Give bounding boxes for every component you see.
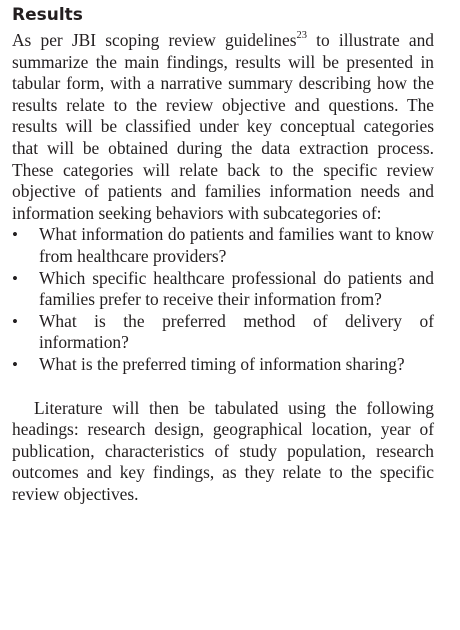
list-item-text: What is the preferred timing of informat… [39,353,405,374]
bullet-icon: • [12,268,18,288]
reference-superscript: 23 [296,30,307,42]
results-section: Results As per JBI scoping review guidel… [12,4,434,505]
list-item-text: What is the preferred method of delivery… [39,310,434,353]
list-item-text: Which specific healthcare professional d… [39,267,434,310]
intro-paragraph: As per JBI scoping review guidelines23 t… [12,30,434,224]
closing-paragraph: Literature will then be tabulated using … [12,397,434,504]
list-item: • What is the preferred timing of informa… [12,354,434,376]
bullet-icon: • [12,225,18,245]
section-heading: Results [12,5,83,25]
intro-text-start: As per JBI scoping review guidelines [12,30,297,50]
bullet-icon: • [12,311,18,331]
list-item-text: What information do patients and familie… [39,224,434,266]
list-item: • Which specific healthcare professional … [12,268,434,311]
intro-text-rest: to illustrate and summarize the main fin… [12,30,435,223]
list-item: • What information do patients and famili… [12,224,434,267]
list-item: • What is the preferred method of deliver… [12,311,434,354]
subcategory-list: • What information do patients and famili… [12,224,434,375]
bullet-icon: • [12,354,18,374]
